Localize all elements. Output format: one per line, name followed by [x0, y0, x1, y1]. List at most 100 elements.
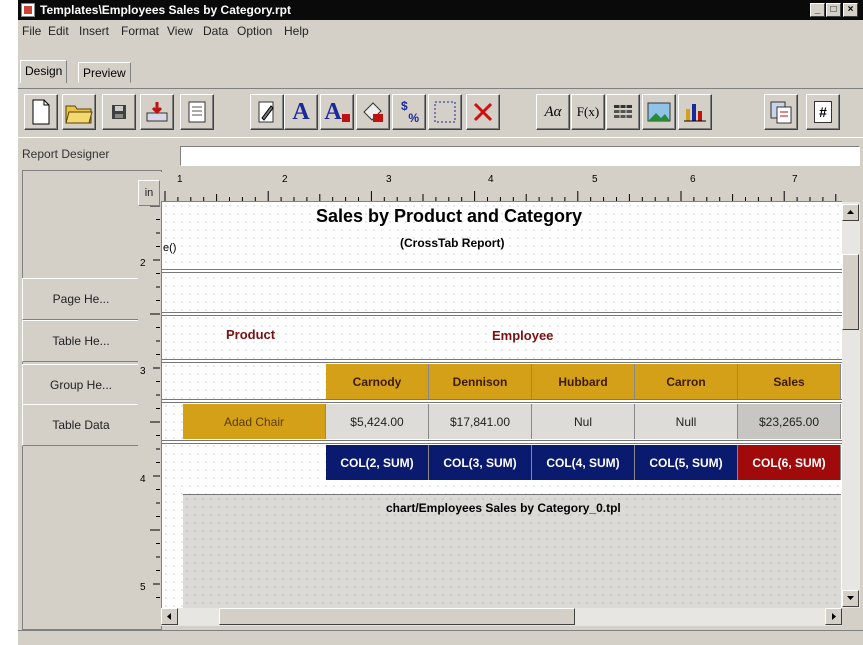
band-page-header: [162, 269, 842, 273]
menu-option[interactable]: Option: [237, 24, 272, 38]
chart-caption: chart/Employees Sales by Category_0.tpl: [386, 501, 621, 515]
sum-cell[interactable]: COL(4, SUM): [532, 445, 635, 480]
font-icon[interactable]: A: [284, 94, 318, 130]
header-cell[interactable]: Dennison: [429, 364, 532, 399]
menu-insert[interactable]: Insert: [79, 24, 109, 38]
app-window: Templates\Employees Sales by Category.rp…: [17, 0, 863, 645]
ruler-mark-7: 7: [792, 174, 798, 185]
data-cell[interactable]: Nul: [532, 404, 635, 439]
border-icon[interactable]: [428, 94, 462, 130]
delete-icon[interactable]: [466, 94, 500, 130]
window-title: Templates\Employees Sales by Category.rp…: [40, 3, 291, 17]
report-title[interactable]: Sales by Product and Category: [316, 206, 582, 227]
ruler-mark-1: 1: [177, 174, 183, 185]
table-icon[interactable]: [606, 94, 640, 130]
ruler-mark-3: 3: [386, 174, 392, 185]
header-cell[interactable]: Carron: [635, 364, 738, 399]
new-file-icon[interactable]: [24, 94, 58, 130]
menu-bar: File Edit Insert Format View Data Option…: [18, 20, 863, 40]
ruler-mark-v3: 3: [140, 366, 146, 377]
menu-data[interactable]: Data: [203, 24, 228, 38]
number-format-icon[interactable]: $ %: [392, 94, 426, 130]
edit-icon[interactable]: [250, 94, 284, 130]
text-object-icon[interactable]: Aα: [536, 94, 570, 130]
scroll-left-button[interactable]: [161, 608, 178, 625]
sum-cell-total[interactable]: COL(6, SUM): [738, 445, 841, 480]
ruler-mark-2: 2: [282, 174, 288, 185]
employee-label[interactable]: Employee: [492, 328, 553, 343]
formula-icon[interactable]: F(x): [571, 94, 605, 130]
open-folder-icon[interactable]: [62, 94, 96, 130]
ruler-mark-4: 4: [488, 174, 494, 185]
menu-edit[interactable]: Edit: [48, 24, 69, 38]
chart-icon[interactable]: [678, 94, 712, 130]
tab-preview[interactable]: Preview: [78, 62, 131, 83]
horizontal-ruler: 1 2 3 4 5 6 7: [161, 172, 842, 202]
import-icon[interactable]: [140, 94, 174, 130]
image-icon[interactable]: [642, 94, 676, 130]
header-cell[interactable]: Sales: [738, 364, 841, 399]
band-table-header: [162, 312, 842, 316]
maximize-button[interactable]: □: [826, 3, 841, 17]
header-cell[interactable]: Hubbard: [532, 364, 635, 399]
menu-help[interactable]: Help: [284, 24, 309, 38]
data-cell[interactable]: $17,841.00: [429, 404, 532, 439]
fill-color-icon[interactable]: [356, 94, 390, 130]
header-cell[interactable]: Carnody: [326, 364, 429, 399]
section-page-header[interactable]: Page He...: [22, 278, 140, 320]
horizontal-scrollbar[interactable]: [161, 608, 842, 626]
chart-placeholder[interactable]: chart/Employees Sales by Category_0.tpl: [183, 494, 841, 608]
number-format-dollar: $: [401, 99, 408, 113]
save-icon[interactable]: [102, 94, 136, 130]
band-group-footer: [162, 440, 842, 444]
properties-icon[interactable]: [180, 94, 214, 130]
section-group-header[interactable]: Group He...: [22, 364, 140, 406]
status-bar: [18, 630, 863, 645]
horizontal-scroll-thumb[interactable]: [219, 608, 575, 625]
vertical-scrollbar[interactable]: [842, 202, 860, 608]
font-color-icon[interactable]: A: [320, 94, 354, 130]
close-button[interactable]: ×: [843, 3, 858, 17]
tab-design[interactable]: Design: [20, 60, 68, 83]
section-table-header[interactable]: Table He...: [22, 320, 140, 362]
minimize-button[interactable]: _: [810, 3, 825, 17]
band-table-data: [162, 399, 842, 403]
data-cell[interactable]: $5,424.00: [326, 404, 429, 439]
page-setup-icon[interactable]: [764, 94, 798, 130]
vertical-scroll-thumb[interactable]: [842, 254, 859, 330]
vertical-ruler: 2 3 4 5: [138, 206, 160, 606]
toolbar: A A $ % Aα F(x) #: [18, 88, 863, 138]
ruler-mark-v2: 2: [140, 258, 146, 269]
data-cell[interactable]: Null: [635, 404, 738, 439]
scroll-up-button[interactable]: [842, 204, 859, 221]
report-designer-field[interactable]: [180, 146, 860, 166]
sum-cell[interactable]: COL(3, SUM): [429, 445, 532, 480]
data-cell[interactable]: $23,265.00: [738, 404, 841, 439]
sum-cell[interactable]: COL(5, SUM): [635, 445, 738, 480]
sum-cell[interactable]: COL(2, SUM): [326, 445, 429, 480]
ruler-mark-5: 5: [592, 174, 598, 185]
clipped-field[interactable]: e(): [163, 242, 176, 254]
number-format-percent: %: [408, 111, 419, 125]
menu-file[interactable]: File: [22, 24, 41, 38]
app-icon: [21, 3, 35, 17]
report-canvas[interactable]: Sales by Product and Category (CrossTab …: [161, 202, 842, 608]
title-bar: Templates\Employees Sales by Category.rp…: [18, 0, 863, 20]
report-designer-label: Report Designer: [22, 147, 110, 161]
ruler-mark-6: 6: [690, 174, 696, 185]
row-label-cell[interactable]: Adad Chair: [183, 404, 326, 439]
section-table-data[interactable]: Table Data: [22, 404, 140, 446]
band-group-header: [162, 359, 842, 363]
page-number-glyph: #: [814, 101, 832, 123]
ruler-mark-v4: 4: [140, 474, 146, 485]
scroll-down-button[interactable]: [842, 590, 859, 607]
scroll-right-button[interactable]: [825, 608, 842, 625]
report-subtitle[interactable]: (CrossTab Report): [400, 236, 504, 250]
font-color-glyph: A: [324, 98, 342, 125]
ruler-mark-v5: 5: [140, 582, 146, 593]
menu-format[interactable]: Format: [121, 24, 159, 38]
menu-view[interactable]: View: [167, 24, 193, 38]
page-number-icon[interactable]: #: [806, 94, 840, 130]
product-label[interactable]: Product: [226, 327, 275, 342]
ruler-unit: in: [138, 180, 160, 206]
